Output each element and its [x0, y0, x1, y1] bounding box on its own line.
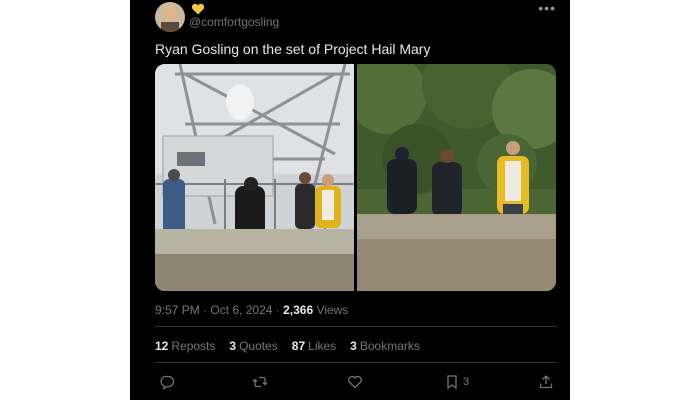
more-options-icon[interactable]: ••• [538, 0, 556, 16]
divider [155, 362, 557, 363]
like-button[interactable] [347, 372, 363, 392]
photo-left[interactable] [155, 64, 354, 291]
heart-icon [348, 375, 362, 389]
bookmark-count: 3 [463, 376, 470, 388]
reply-button[interactable] [159, 372, 175, 392]
action-bar: 3 [155, 372, 557, 394]
bookmark-button[interactable]: 3 [444, 372, 469, 392]
bookmarks-stat[interactable]: 3 Bookmarks [350, 339, 420, 353]
views-label: Views [316, 303, 349, 317]
tweet-time[interactable]: 9:57 PM [155, 303, 200, 317]
repost-button[interactable] [252, 372, 268, 392]
quotes-stat[interactable]: 3 Quotes [229, 339, 277, 353]
share-button[interactable] [538, 372, 554, 392]
repost-icon [252, 376, 268, 388]
bookmark-icon [447, 375, 457, 390]
share-icon [539, 375, 553, 389]
engagement-stats: 12 Reposts 3 Quotes 87 Likes 3 Bookmarks [155, 339, 420, 353]
tweet-media[interactable] [155, 64, 556, 291]
reposts-stat[interactable]: 12 Reposts [155, 339, 215, 353]
avatar[interactable] [155, 2, 185, 32]
photo-right[interactable] [357, 64, 556, 291]
views-count: 2,366 [283, 303, 314, 317]
tweet-card: @comfortgosling ••• Ryan Gosling on the … [130, 0, 570, 400]
likes-stat[interactable]: 87 Likes [292, 339, 336, 353]
tweet-date[interactable]: Oct 6, 2024 [210, 303, 272, 317]
tweet-text: Ryan Gosling on the set of Project Hail … [155, 41, 431, 57]
yellow-heart-icon [191, 3, 205, 15]
tweet-timestamp: 9:57 PM · Oct 6, 2024 · 2,366 Views [155, 303, 349, 317]
divider [155, 326, 557, 327]
reply-icon [160, 375, 175, 390]
user-handle[interactable]: @comfortgosling [189, 15, 279, 29]
